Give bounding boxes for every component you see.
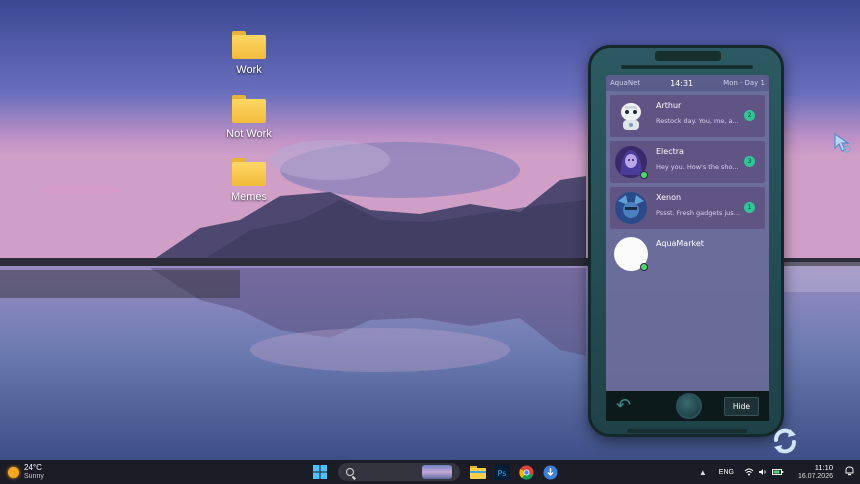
- taskbar-apps: Ps: [308, 462, 562, 482]
- desktop-folder-work[interactable]: Work: [219, 31, 279, 76]
- chat-name: AquaMarket: [656, 239, 704, 248]
- notification-bell-icon[interactable]: [845, 463, 854, 481]
- online-indicator: [640, 171, 648, 179]
- clock-date: 16.07.2026: [797, 473, 833, 480]
- phone-nav-bar: ↶ Hide: [606, 391, 769, 421]
- chrome-icon[interactable]: [517, 463, 535, 481]
- start-icon[interactable]: [311, 463, 329, 481]
- back-arrow-icon[interactable]: ↶: [616, 397, 631, 415]
- search-highlight-image: [422, 465, 452, 479]
- electra-avatar: [614, 145, 648, 179]
- phone-widget: AquaNet 14:31 Mon · Day 1 Arthur Restock…: [588, 45, 784, 437]
- file-explorer-icon[interactable]: [469, 463, 487, 481]
- chat-name: Electra: [656, 147, 684, 156]
- folder-icon: [232, 31, 266, 59]
- chat-item-arthur[interactable]: Arthur Restock day. You, me, a... 2: [610, 95, 765, 137]
- clock-time: 11:10: [814, 463, 833, 472]
- phone-screen: AquaNet 14:31 Mon · Day 1 Arthur Restock…: [606, 75, 769, 421]
- xenon-avatar: [614, 191, 648, 225]
- desktop-folder-memes[interactable]: Memes: [219, 158, 279, 203]
- aquamarket-avatar: [614, 237, 648, 271]
- svg-text:Ps: Ps: [497, 469, 506, 478]
- system-icons[interactable]: [744, 468, 784, 476]
- folder-icon: [232, 158, 266, 186]
- chat-preview: Pssst. Fresh gadgets just...: [656, 209, 742, 217]
- language-indicator[interactable]: ENG: [719, 469, 734, 476]
- search-icon: [346, 468, 354, 476]
- chat-item-xenon[interactable]: Xenon Pssst. Fresh gadgets just... 1: [610, 187, 765, 229]
- phone-status-bar: AquaNet 14:31 Mon · Day 1: [606, 75, 769, 91]
- search-box[interactable]: [338, 463, 460, 481]
- taskbar: 24°C Sunny Ps ▲ ENG 11:10 16.07.2026: [0, 460, 860, 484]
- home-button[interactable]: [676, 393, 703, 419]
- desktop-folder-label: Not Work: [226, 128, 272, 140]
- chat-preview: Hey you. How's the sho...: [656, 163, 739, 171]
- photoshop-icon[interactable]: Ps: [493, 463, 511, 481]
- hide-button[interactable]: Hide: [723, 396, 759, 416]
- weather-widget[interactable]: 24°C Sunny: [8, 463, 44, 481]
- chat-item-electra[interactable]: Electra Hey you. How's the sho... 3: [610, 141, 765, 183]
- chevron-up-icon[interactable]: ▲: [699, 468, 707, 477]
- desktop-folder-label: Work: [236, 64, 262, 76]
- weather-condition: Sunny: [24, 473, 44, 480]
- chat-preview: Restock day. You, me, a...: [656, 117, 739, 125]
- unread-badge: 3: [744, 156, 755, 167]
- chat-name: Arthur: [656, 101, 682, 110]
- app-icon[interactable]: [541, 463, 559, 481]
- weather-temp: 24°C: [24, 463, 42, 472]
- refresh-icon[interactable]: [770, 426, 800, 456]
- system-tray: ▲ ENG 11:10 16.07.2026: [699, 460, 860, 484]
- desktop-folder-not-work[interactable]: Not Work: [219, 95, 279, 140]
- sun-icon: [8, 466, 19, 478]
- carrier-label: AquaNet: [610, 79, 641, 87]
- chat-item-aquamarket[interactable]: AquaMarket: [610, 233, 765, 275]
- chat-list: Arthur Restock day. You, me, a... 2 Elec…: [606, 91, 769, 275]
- phone-clock: 14:31: [670, 78, 694, 88]
- chat-name: Xenon: [656, 193, 682, 202]
- robot-avatar: [614, 99, 648, 133]
- taskbar-clock[interactable]: 11:10 16.07.2026: [798, 463, 833, 481]
- day-label: Mon · Day 1: [723, 79, 765, 87]
- phone-speaker-rail: [621, 65, 753, 69]
- phone-notch: [655, 51, 721, 61]
- volume-icon: [758, 469, 766, 475]
- phone-bottom-rail: [627, 429, 747, 433]
- online-indicator: [640, 263, 648, 271]
- unread-badge: 1: [744, 202, 755, 213]
- battery-icon: [772, 469, 784, 475]
- folder-icon: [232, 95, 266, 123]
- pointer-cursor-icon[interactable]: [832, 132, 852, 154]
- wifi-icon: [744, 468, 754, 476]
- unread-badge: 2: [744, 110, 755, 121]
- desktop-folder-label: Memes: [230, 191, 268, 203]
